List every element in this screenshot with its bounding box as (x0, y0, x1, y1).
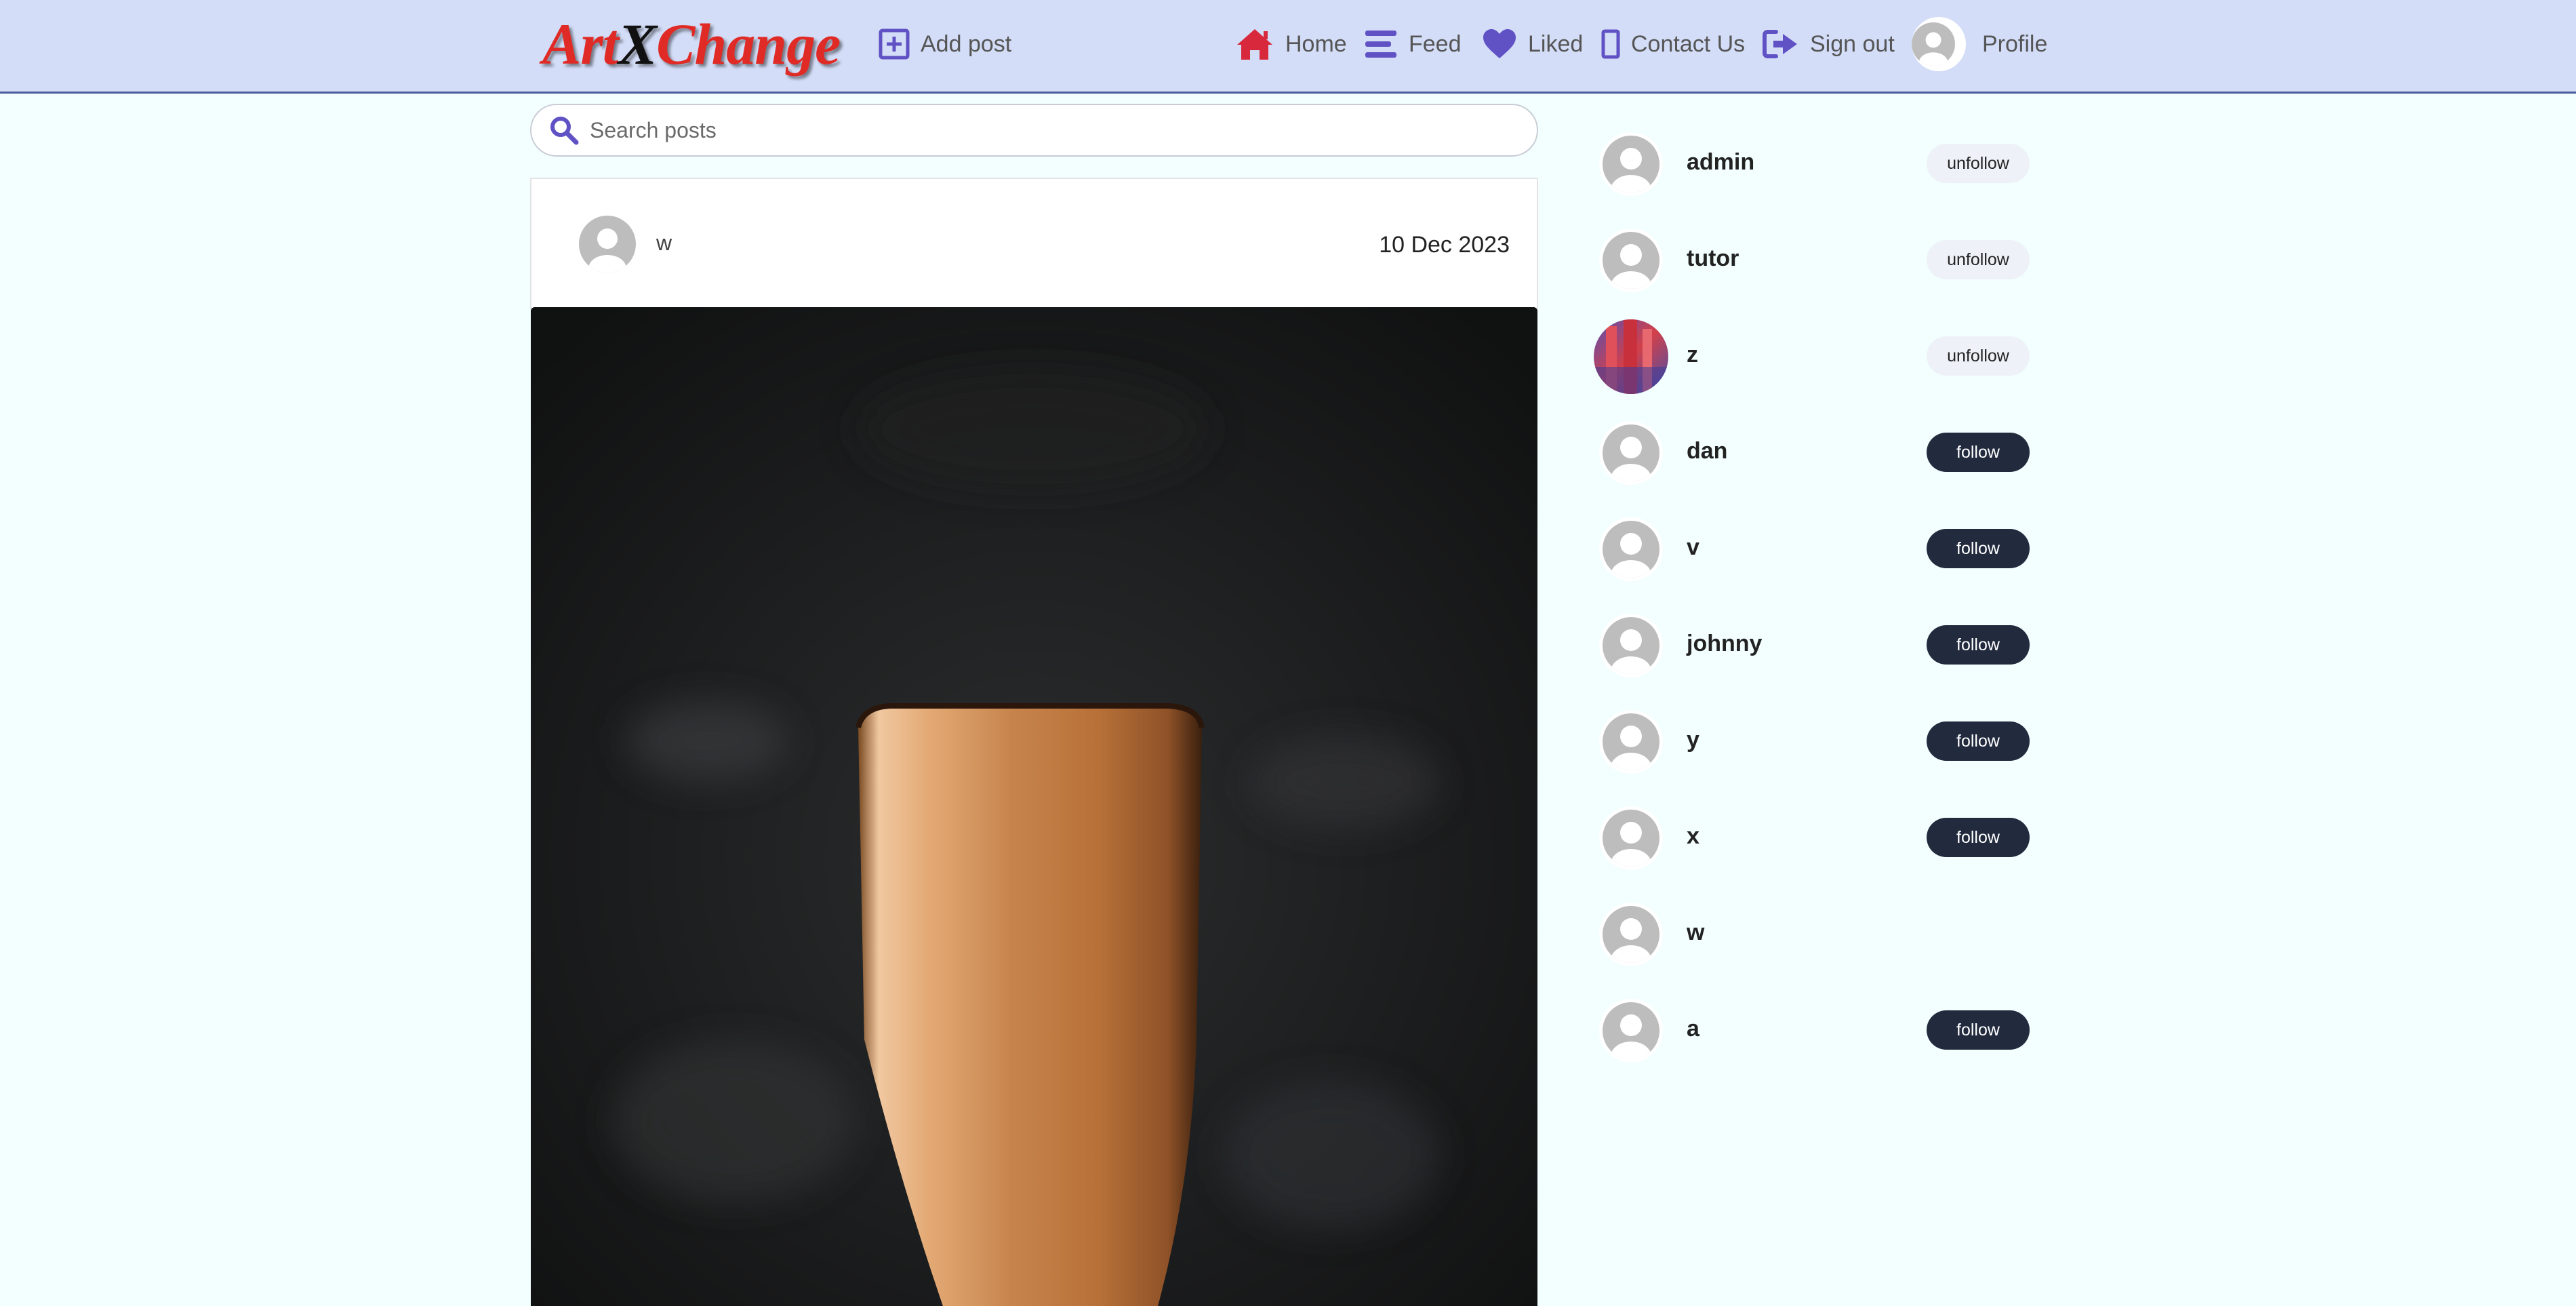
nav-liked-label: Liked (1528, 31, 1584, 57)
feed-bars-icon (1365, 31, 1396, 58)
nav-home-label: Home (1285, 31, 1347, 57)
user-name[interactable]: tutor (1687, 245, 1739, 272)
user-name[interactable]: admin (1687, 149, 1754, 176)
top-navbar: ArtXChange Add post Home Feed Liked Cont… (0, 0, 2576, 94)
search-bar[interactable] (530, 104, 1538, 157)
user-name[interactable]: v (1687, 534, 1699, 561)
user-row: tutor unfollow (1589, 218, 2036, 300)
user-avatar-icon (1599, 806, 1663, 870)
user-row: johnny follow (1589, 603, 2036, 685)
user-avatar[interactable] (1598, 998, 1664, 1067)
unfollow-button[interactable]: unfollow (1927, 240, 2030, 279)
user-avatar[interactable] (1598, 613, 1664, 681)
user-name[interactable]: x (1687, 823, 1699, 850)
user-avatar[interactable] (1598, 132, 1664, 200)
user-avatar-icon (1599, 614, 1663, 677)
follow-button[interactable]: follow (1927, 818, 2030, 857)
artxchange-logo[interactable]: ArtXChange (542, 15, 841, 73)
nav-profile-label: Profile (1982, 31, 2048, 57)
nav-liked-link[interactable]: Liked (1482, 20, 1583, 68)
search-icon (550, 117, 579, 145)
user-avatar-icon (1599, 421, 1663, 485)
user-row: a follow (1589, 989, 2036, 1070)
unfollow-button[interactable]: unfollow (1927, 336, 2030, 376)
post-image[interactable] (531, 307, 1537, 1306)
user-avatar[interactable] (1598, 228, 1664, 296)
user-row: z unfollow (1589, 315, 2036, 396)
unfollow-button[interactable]: unfollow (1927, 144, 2030, 183)
follow-button[interactable]: follow (1927, 721, 2030, 761)
wooden-cup-photo (531, 307, 1537, 1306)
nav-signout-label: Sign out (1810, 31, 1895, 57)
nav-contact-link[interactable]: Contact Us (1601, 20, 1745, 68)
user-row: y follow (1589, 700, 2036, 781)
search-input[interactable] (590, 117, 1471, 143)
user-avatar[interactable] (1598, 420, 1664, 489)
user-avatar[interactable] (1594, 319, 1668, 397)
follow-button[interactable]: follow (1927, 1010, 2030, 1050)
user-row: dan follow (1589, 411, 2036, 492)
user-avatar-icon (1599, 710, 1663, 774)
user-name[interactable]: johnny (1687, 631, 1762, 657)
user-name[interactable]: z (1687, 342, 1698, 368)
sign-out-icon (1763, 30, 1797, 58)
nav-feed-label: Feed (1409, 31, 1462, 57)
post-author-avatar[interactable] (579, 216, 636, 276)
user-avatar[interactable] (1598, 517, 1664, 585)
nav-profile-link[interactable]: Profile (1912, 17, 2047, 71)
follow-button[interactable]: follow (1927, 433, 2030, 472)
user-avatar-icon (579, 216, 636, 273)
post-header: w 10 Dec 2023 (530, 178, 1538, 309)
user-avatar-icon (1912, 22, 1955, 66)
nav-feed-link[interactable]: Feed (1364, 20, 1462, 68)
user-name[interactable]: w (1687, 919, 1704, 946)
user-name[interactable]: a (1687, 1016, 1699, 1042)
user-avatar[interactable] (1598, 709, 1664, 778)
user-avatar-icon (1599, 229, 1663, 292)
user-row: w (1589, 892, 2036, 974)
heart-icon (1483, 29, 1516, 58)
user-name[interactable]: y (1687, 727, 1699, 753)
user-avatar-icon (1599, 517, 1663, 581)
profile-avatar (1912, 17, 1966, 71)
user-row: admin unfollow (1589, 122, 2036, 203)
user-avatar-icon (1599, 132, 1663, 196)
follow-button[interactable]: follow (1927, 625, 2030, 665)
user-avatar-icon (1599, 999, 1663, 1063)
plus-square-icon (879, 28, 910, 60)
post-date: 10 Dec 2023 (1379, 232, 1510, 258)
post-author-name[interactable]: w (656, 231, 672, 256)
user-row: x follow (1589, 796, 2036, 877)
user-row: v follow (1589, 507, 2036, 589)
nav-home-link[interactable]: Home (1235, 20, 1347, 68)
nav-signout-link[interactable]: Sign out (1763, 20, 1895, 68)
add-post-label: Add post (921, 31, 1012, 57)
logo-text-change: Change (656, 12, 841, 77)
user-name[interactable]: dan (1687, 438, 1727, 464)
user-avatar[interactable] (1598, 902, 1664, 970)
user-avatar[interactable] (1598, 806, 1664, 874)
logo-text-art: Art (542, 12, 619, 77)
home-icon (1237, 29, 1272, 60)
photo-avatar-icon (1594, 319, 1668, 394)
nav-contact-label: Contact Us (1631, 31, 1746, 57)
follow-button[interactable]: follow (1927, 529, 2030, 568)
user-avatar-icon (1599, 903, 1663, 966)
logo-text-x: X (618, 12, 657, 77)
add-post-link[interactable]: Add post (879, 20, 1011, 68)
mobile-phone-icon (1601, 29, 1620, 59)
